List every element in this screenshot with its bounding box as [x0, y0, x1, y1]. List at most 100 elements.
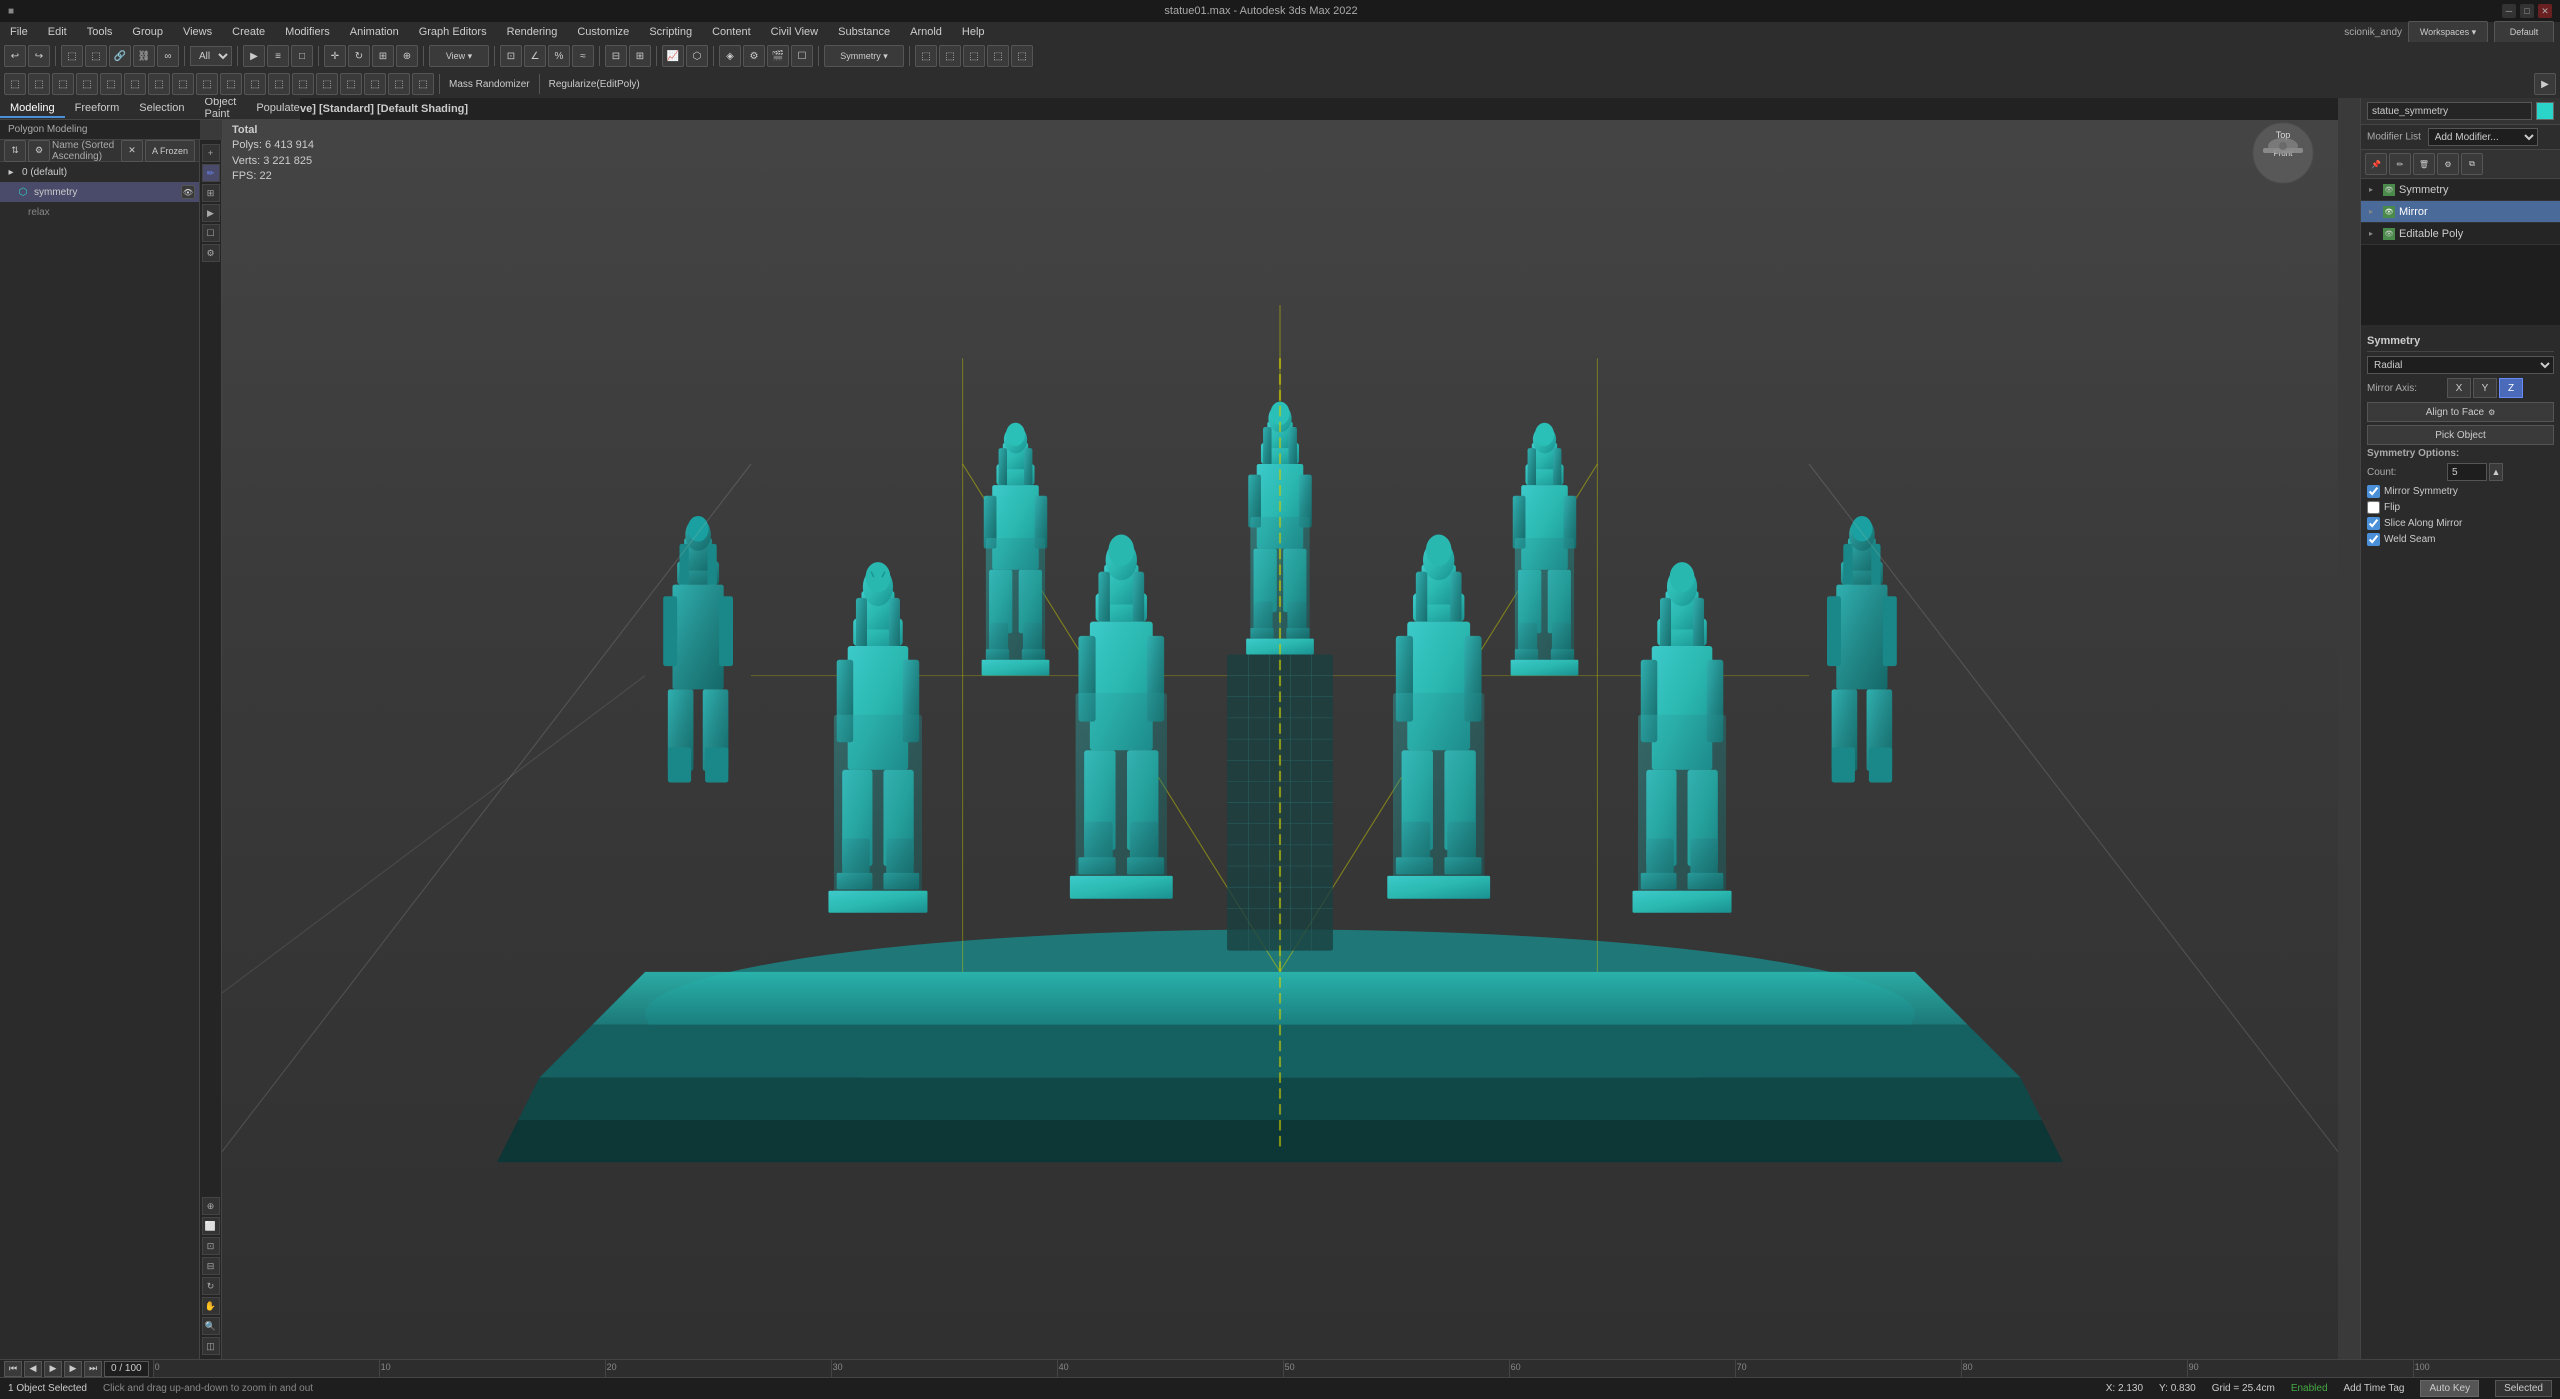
delete-modifier-btn[interactable]: 🗑	[2413, 153, 2435, 175]
menu-arnold[interactable]: Arnold	[906, 24, 946, 40]
mirror-symmetry-checkbox[interactable]	[2367, 485, 2380, 498]
axis-x-btn[interactable]: X	[2447, 378, 2471, 398]
timeline-track[interactable]: 0102030405060708090100	[153, 1360, 2560, 1377]
display-panel-icon[interactable]: ☐	[202, 224, 220, 242]
extra-btn3[interactable]: ⬚	[963, 45, 985, 67]
poly-model-btn2[interactable]: ⬚	[28, 73, 50, 95]
link-btn[interactable]: 🔗	[109, 45, 131, 67]
orbit-icon[interactable]: ↻	[202, 1277, 220, 1295]
align-to-face-btn[interactable]: Align to Face ⚙	[2367, 402, 2554, 422]
menu-customize[interactable]: Customize	[573, 24, 633, 40]
rotate-btn[interactable]: ↻	[348, 45, 370, 67]
workspaces-btn[interactable]: Workspaces ▾	[2408, 21, 2488, 43]
poly-model-btn13[interactable]: ⬚	[292, 73, 314, 95]
menu-rendering[interactable]: Rendering	[503, 24, 562, 40]
curve-editor-btn[interactable]: 📈	[662, 45, 684, 67]
menu-group[interactable]: Group	[128, 24, 167, 40]
scene-item-default-layer[interactable]: ▸ 0 (default)	[0, 162, 199, 182]
render-frame-btn[interactable]: 🎬	[767, 45, 789, 67]
select-btn[interactable]: ⬚	[61, 45, 83, 67]
tab-modeling[interactable]: Modeling	[0, 100, 65, 118]
angle-snap-btn[interactable]: ∠	[524, 45, 546, 67]
filter-dropdown[interactable]: All	[190, 46, 232, 66]
copy-modifier-btn[interactable]: ⧉	[2461, 153, 2483, 175]
scene-item-relax[interactable]: relax	[0, 202, 199, 222]
count-input[interactable]	[2447, 463, 2487, 481]
edit-modifier-btn[interactable]: ✏	[2389, 153, 2411, 175]
maximize-viewport-icon[interactable]: ⬜	[202, 1217, 220, 1235]
goto-start-btn[interactable]: ⏮	[4, 1361, 22, 1377]
menu-scripting[interactable]: Scripting	[645, 24, 696, 40]
utilities-panel-icon[interactable]: ⚙	[202, 244, 220, 262]
viewport-nav-icon[interactable]: ⊕	[202, 1197, 220, 1215]
field-of-view-icon[interactable]: ◫	[202, 1337, 220, 1355]
material-editor-btn[interactable]: ◈	[719, 45, 741, 67]
scene-filter-btn[interactable]: ⚙	[28, 140, 50, 162]
hierarchy-panel-icon[interactable]: ⊞	[202, 184, 220, 202]
extra-btn2[interactable]: ⬚	[939, 45, 961, 67]
scene-frozen-btn[interactable]: A Frozen	[145, 140, 195, 162]
axis-z-btn[interactable]: Z	[2499, 378, 2523, 398]
flip-checkbox[interactable]	[2367, 501, 2380, 514]
zoom-extent-all-icon[interactable]: ⊟	[202, 1257, 220, 1275]
menu-file[interactable]: File	[6, 24, 32, 40]
pin-modifier-btn[interactable]: 📌	[2365, 153, 2387, 175]
modifier-editable-poly[interactable]: ▸ 👁 Editable Poly	[2361, 223, 2560, 245]
scene-item-symmetry[interactable]: ⬡ symmetry 👁	[0, 182, 199, 202]
weld-seam-checkbox[interactable]	[2367, 533, 2380, 546]
spinner-snap-btn[interactable]: ≈	[572, 45, 594, 67]
menu-substance[interactable]: Substance	[834, 24, 894, 40]
tab-object-paint[interactable]: Object Paint	[195, 94, 247, 124]
poly-model-btn4[interactable]: ⬚	[76, 73, 98, 95]
count-up-btn[interactable]: ▲	[2489, 463, 2503, 481]
named-sel-btn[interactable]: Symmetry ▾	[824, 45, 904, 67]
scale-btn[interactable]: ⊞	[372, 45, 394, 67]
extra-btn5[interactable]: ⬚	[1011, 45, 1033, 67]
minimize-button[interactable]: ─	[2502, 4, 2516, 18]
extra-btn4[interactable]: ⬚	[987, 45, 1009, 67]
default-workspace-btn[interactable]: Default	[2494, 21, 2554, 43]
active-shade-btn[interactable]: ☐	[791, 45, 813, 67]
menu-views[interactable]: Views	[179, 24, 216, 40]
poly-model-btn5[interactable]: ⬚	[100, 73, 122, 95]
axis-y-btn[interactable]: Y	[2473, 378, 2497, 398]
poly-model-btn1[interactable]: ⬚	[4, 73, 26, 95]
modifier-list-dropdown[interactable]: Add Modifier...	[2428, 128, 2538, 146]
select-object-btn[interactable]: ▶	[243, 45, 265, 67]
poly-model-btn17[interactable]: ⬚	[388, 73, 410, 95]
poly-model-btn15[interactable]: ⬚	[340, 73, 362, 95]
extra-btn1[interactable]: ⬚	[915, 45, 937, 67]
create-panel-icon[interactable]: +	[202, 144, 220, 162]
bind-space-warp-btn[interactable]: ∞	[157, 45, 179, 67]
modifier-mirror[interactable]: ▸ 👁 Mirror	[2361, 201, 2560, 223]
poly-model-btn11[interactable]: ⬚	[244, 73, 266, 95]
select-region-btn[interactable]: ⬚	[85, 45, 107, 67]
zoom-icon[interactable]: 🔍	[202, 1317, 220, 1335]
menu-create[interactable]: Create	[228, 24, 269, 40]
modifier-symmetry[interactable]: ▸ 👁 Symmetry	[2361, 179, 2560, 201]
pick-object-btn[interactable]: Pick Object	[2367, 425, 2554, 445]
menu-modifiers[interactable]: Modifiers	[281, 24, 334, 40]
poly-model-btn14[interactable]: ⬚	[316, 73, 338, 95]
menu-content[interactable]: Content	[708, 24, 755, 40]
menu-graph-editors[interactable]: Graph Editors	[415, 24, 491, 40]
redo-btn[interactable]: ↪	[28, 45, 50, 67]
tab-selection[interactable]: Selection	[129, 100, 194, 118]
menu-tools[interactable]: Tools	[83, 24, 117, 40]
snap-btn[interactable]: ⊡	[500, 45, 522, 67]
hide-btn[interactable]: 👁	[181, 185, 195, 199]
tab-populate[interactable]: Populate	[246, 100, 309, 118]
play-btn[interactable]: ▶	[44, 1361, 62, 1377]
place-btn[interactable]: ⊕	[396, 45, 418, 67]
autokey-button[interactable]: Auto Key	[2420, 1380, 2479, 1397]
modify-panel-icon[interactable]: ✏	[202, 164, 220, 182]
poly-model-btn12[interactable]: ⬚	[268, 73, 290, 95]
percent-snap-btn[interactable]: %	[548, 45, 570, 67]
object-color-swatch[interactable]	[2536, 102, 2554, 120]
select-by-name-btn[interactable]: ≡	[267, 45, 289, 67]
menu-animation[interactable]: Animation	[346, 24, 403, 40]
poly-model-btn9[interactable]: ⬚	[196, 73, 218, 95]
ref-coord-btn[interactable]: View ▾	[429, 45, 489, 67]
align-btn[interactable]: ⊞	[629, 45, 651, 67]
goto-end-btn[interactable]: ⏭	[84, 1361, 102, 1377]
